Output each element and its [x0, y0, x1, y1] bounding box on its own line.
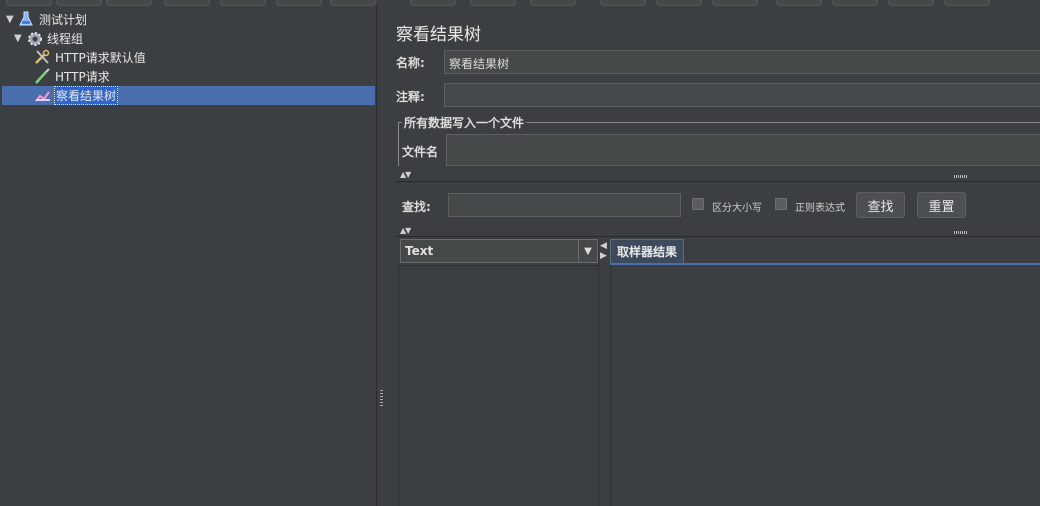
resize-grip-icon[interactable] [954, 175, 968, 178]
name-label: 名称: [396, 56, 425, 70]
tree-item-label: HTTP请求默认值 [55, 50, 146, 65]
file-group-label: 所有数据写入一个文件 [402, 114, 527, 131]
jmeter-window: ▼ 测试计划 ▼ 线程组 HTTP请求默认值 HTTP请求 察看结果树 察看结果… [0, 0, 1040, 506]
comment-field[interactable] [444, 83, 1040, 107]
tree-item-view-results-tree[interactable]: 察看结果树 [34, 85, 119, 105]
resize-grip-icon[interactable] [954, 231, 968, 234]
case-sensitive-label: 区分大小写 [712, 203, 762, 214]
chevron-down-icon[interactable]: ▼ [578, 240, 597, 262]
sample-results-list[interactable] [398, 265, 600, 506]
tree-item-http-defaults[interactable]: HTTP请求默认值 [34, 48, 147, 66]
wrench-icon [34, 49, 52, 65]
split-arrows-icon[interactable]: ◀ ▶ [600, 241, 607, 261]
filename-field[interactable] [446, 134, 1040, 166]
comment-label: 注释: [396, 90, 425, 104]
reset-button[interactable]: 重置 [917, 192, 966, 218]
tree-item-test-plan[interactable]: ▼ 测试计划 [6, 10, 88, 28]
renderer-selected-value: Text [405, 244, 434, 258]
panel-title: 察看结果树 [396, 25, 481, 45]
tree-item-label: 测试计划 [39, 12, 88, 27]
filename-label: 文件名 [402, 145, 439, 159]
expand-toggle-icon[interactable]: ▼ [14, 33, 26, 44]
tree-item-label: 察看结果树 [54, 85, 119, 105]
collapse-arrows-icon[interactable]: ▲▼ [400, 226, 411, 235]
splitter-grip[interactable] [380, 390, 383, 406]
test-plan-tree: ▼ 测试计划 ▼ 线程组 HTTP请求默认值 HTTP请求 察看结果树 [0, 6, 376, 506]
tree-item-label: 线程组 [47, 31, 84, 46]
tree-item-http-request[interactable]: HTTP请求 [34, 67, 111, 85]
renderer-select[interactable]: Text ▼ [400, 239, 598, 263]
pipette-icon [34, 68, 52, 84]
search-label: 查找: [402, 200, 431, 214]
main-splitter[interactable] [376, 6, 386, 506]
regex-label: 正则表达式 [795, 203, 845, 214]
expand-toggle-icon[interactable]: ▼ [6, 14, 18, 25]
regex-checkbox[interactable] [775, 198, 787, 210]
find-button[interactable]: 查找 [856, 192, 905, 218]
chart-icon [34, 87, 52, 103]
results-splitter[interactable]: ◀ ▶ [598, 239, 609, 506]
sampler-result-content [610, 265, 1040, 506]
case-sensitive-checkbox[interactable] [692, 198, 704, 210]
beaker-icon [18, 11, 36, 27]
tree-item-label: HTTP请求 [55, 69, 110, 84]
tree-item-thread-group[interactable]: ▼ 线程组 [14, 29, 84, 47]
view-results-tree-panel: 察看结果树 名称: 察看结果树 注释: 所有数据写入一个文件 文件名 ▲▼ 查找… [386, 6, 1040, 506]
gear-icon [26, 30, 44, 46]
name-field[interactable]: 察看结果树 [444, 50, 1040, 74]
tab-sampler-result[interactable]: 取样器结果 [610, 239, 685, 263]
search-input[interactable] [448, 193, 681, 217]
collapse-arrows-icon[interactable]: ▲▼ [400, 170, 411, 179]
divider [396, 181, 1040, 182]
group-border [398, 122, 399, 166]
divider [396, 236, 1040, 237]
